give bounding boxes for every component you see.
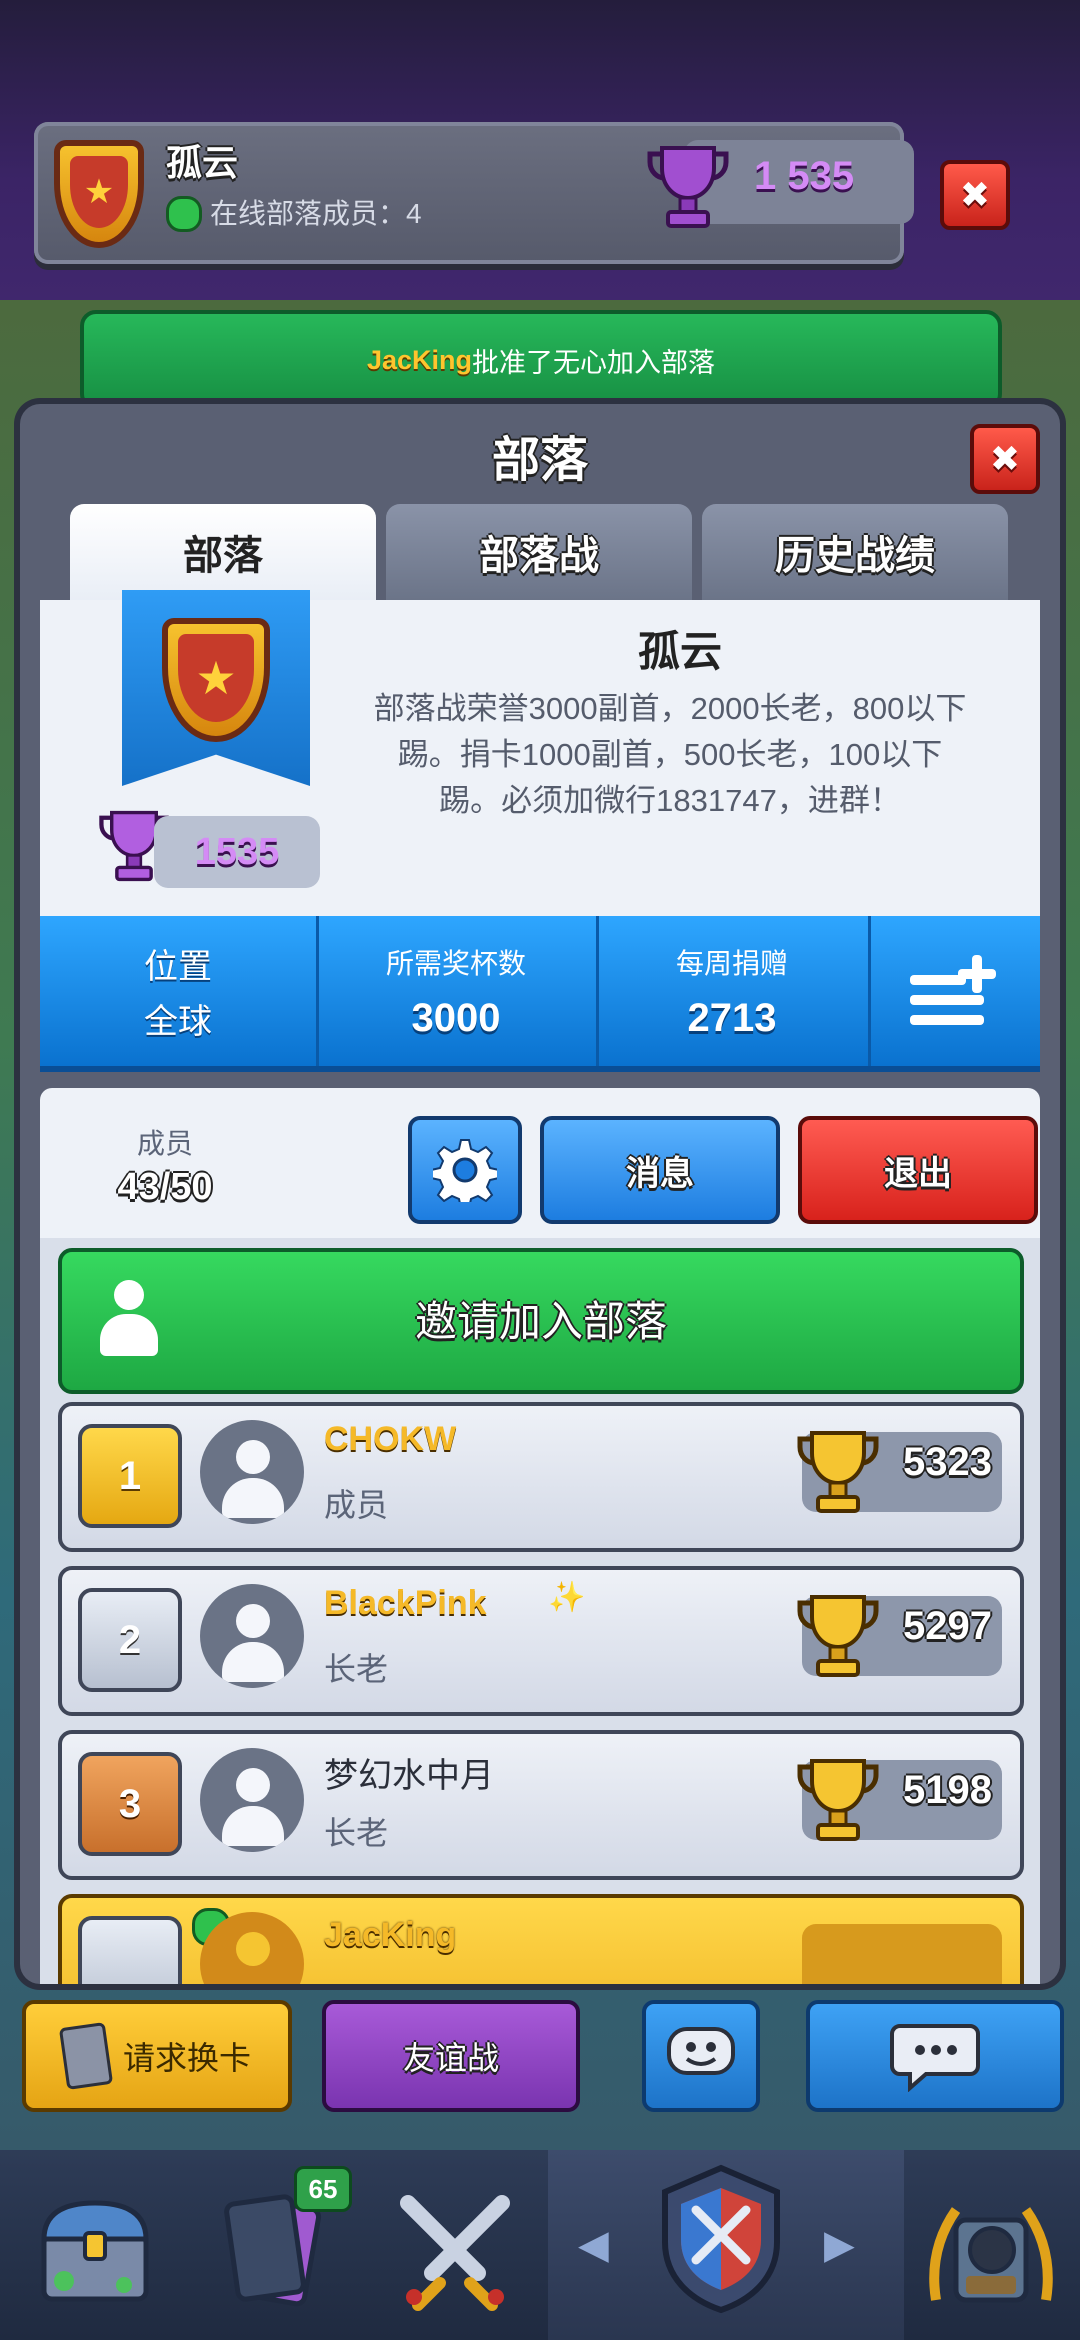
message-button-label: 消息 (626, 1154, 694, 1193)
members-label: 成员 (136, 1128, 193, 1159)
tab-history[interactable]: 历史战绩 (702, 504, 1008, 600)
nav-battle[interactable] (370, 2160, 540, 2340)
cannon-icon (929, 2207, 1053, 2303)
notification-bar: JacKing 批准了无心加入部落 (80, 310, 1002, 410)
member-trophies: 5198 (903, 1768, 992, 1812)
chat-button[interactable] (806, 2000, 1064, 2112)
member-row-self[interactable]: JacKing (58, 1894, 1024, 1984)
settings-button[interactable] (408, 1116, 522, 1224)
dialog-title: 部落 (491, 434, 588, 487)
rank-badge: 1 (78, 1424, 182, 1528)
clan-stats-bar: 位置 全球 所需奖杯数 3000 每周捐赠 2713 (40, 916, 1040, 1072)
cards-badge: 65 (294, 2166, 352, 2212)
chat-bubble-icon (890, 2024, 980, 2092)
header-close-button[interactable]: ✖ (940, 160, 1010, 230)
avatar (200, 1584, 304, 1688)
clan-description: 部落战荣誉3000副首，2000长老，800以下踢。捐卡1000副首，500长老… (373, 691, 967, 818)
clan-header-card[interactable]: ★ 孤云 在线部落成员：4 1 535 (34, 122, 914, 264)
gold-trophy-icon (796, 1426, 880, 1518)
friendly-battle-button[interactable]: 友谊战 (322, 2000, 580, 2112)
member-role: 成员 (324, 1487, 389, 1523)
member-name: 梦幻水中月 (324, 1757, 494, 1795)
rank-badge (78, 1916, 182, 1984)
emote-icon (667, 2027, 735, 2075)
rank-badge: 2 (78, 1588, 182, 1692)
request-cards-button[interactable]: 请求换卡 (22, 2000, 292, 2112)
gold-trophy-icon (796, 1754, 880, 1846)
list-add-icon (910, 955, 996, 1025)
notification-actor: JacKing (366, 344, 473, 375)
emote-button[interactable] (642, 2000, 760, 2112)
member-role: 长老 (324, 1815, 389, 1851)
chevron-left-icon: ◀ (578, 2223, 609, 2267)
stat-donations-label: 每周捐赠 (675, 947, 788, 979)
members-count: 43/50 (117, 1166, 213, 1208)
member-name: JacKing (324, 1916, 457, 1954)
clan-dialog: 部落 ✖ 部落 部落战 历史战绩 ★ 1535 孤云 部落战荣誉3000副首，2… (20, 404, 1060, 1984)
stat-required-label: 所需奖杯数 (385, 947, 526, 979)
member-name: CHOKW (324, 1420, 457, 1458)
online-dot-icon (166, 196, 202, 232)
tab-clan-label: 部落 (183, 534, 263, 578)
clan-badge-icon: ★ (54, 140, 144, 248)
stat-location: 位置 全球 (40, 916, 319, 1066)
stat-location-value: 全球 (144, 1003, 212, 1041)
tab-clan[interactable]: 部落 (70, 504, 376, 600)
clan-info-panel: ★ 1535 孤云 部落战荣誉3000副首，2000长老，800以下踢。捐卡10… (40, 590, 1040, 916)
stat-donations-value: 2713 (687, 995, 777, 1040)
stat-location-label: 位置 (144, 948, 212, 986)
dialog-close-button[interactable]: ✖ (970, 424, 1040, 494)
tab-clan-war[interactable]: 部落战 (386, 504, 692, 600)
avatar (200, 1748, 304, 1852)
member-trophies: 5297 (903, 1604, 992, 1648)
stat-required-value: 3000 (411, 995, 501, 1040)
member-row[interactable]: 3 梦幻水中月 长老 5198 (58, 1730, 1024, 1880)
header-trophy-count: 1 535 (754, 154, 855, 198)
members-panel: 成员 43/50 消息 退出 (40, 1088, 1040, 1238)
message-button[interactable]: 消息 (540, 1116, 780, 1224)
clan-name: 孤云 (637, 628, 722, 675)
notification-text: 批准了无心加入部落 (472, 347, 716, 378)
stat-weekly-donations: 每周捐赠 2713 (596, 916, 871, 1066)
rank-badge: 3 (78, 1752, 182, 1856)
crossed-swords-icon (400, 2195, 510, 2311)
gear-icon (433, 1139, 497, 1202)
member-row[interactable]: 2 BlackPink ✨ 长老 5297 (58, 1566, 1024, 1716)
member-row[interactable]: 1 CHOKW 成员 5323 (58, 1402, 1024, 1552)
request-cards-label: 请求换卡 (122, 2040, 251, 2076)
clan-crest-icon (656, 2164, 786, 2314)
header-clan-name: 孤云 (166, 142, 239, 183)
treasure-chest-icon (41, 2200, 149, 2302)
member-trophies: 5323 (903, 1440, 992, 1484)
sparkle-icon: ✨ (548, 1581, 586, 1614)
gold-trophy-icon (796, 1590, 880, 1682)
leave-button-label: 退出 (884, 1154, 952, 1193)
stat-required-trophies: 所需奖杯数 3000 (316, 916, 599, 1066)
card-icon (58, 2022, 114, 2090)
list-add-button[interactable] (868, 916, 1040, 1066)
member-name: BlackPink (324, 1584, 487, 1622)
nav-events[interactable] (906, 2160, 1076, 2340)
member-list: 邀请加入部落 1 CHOKW 成员 5323 2 BlackPink ✨ 长老 … (40, 1238, 1040, 1984)
invite-button-label: 邀请加入部落 (414, 1298, 667, 1345)
member-role: 长老 (324, 1651, 389, 1687)
clan-trophy-count: 1535 (154, 816, 320, 888)
friendly-battle-label: 友谊战 (402, 2040, 499, 2076)
invite-button[interactable]: 邀请加入部落 (58, 1248, 1024, 1394)
trophy-pill (802, 1924, 1002, 1984)
purple-trophy-icon (646, 142, 730, 232)
online-members-label: 在线部落成员：4 (210, 198, 422, 229)
tab-history-label: 历史战绩 (775, 534, 935, 578)
tab-clan-war-label: 部落战 (479, 534, 599, 578)
nav-cards[interactable]: 65 (190, 2160, 360, 2340)
nav-shop[interactable] (10, 2160, 180, 2340)
nav-clan-active[interactable]: ◀ ▶ (548, 2150, 904, 2340)
leave-button[interactable]: 退出 (798, 1116, 1038, 1224)
chevron-right-icon: ▶ (824, 2223, 855, 2267)
avatar (200, 1420, 304, 1524)
